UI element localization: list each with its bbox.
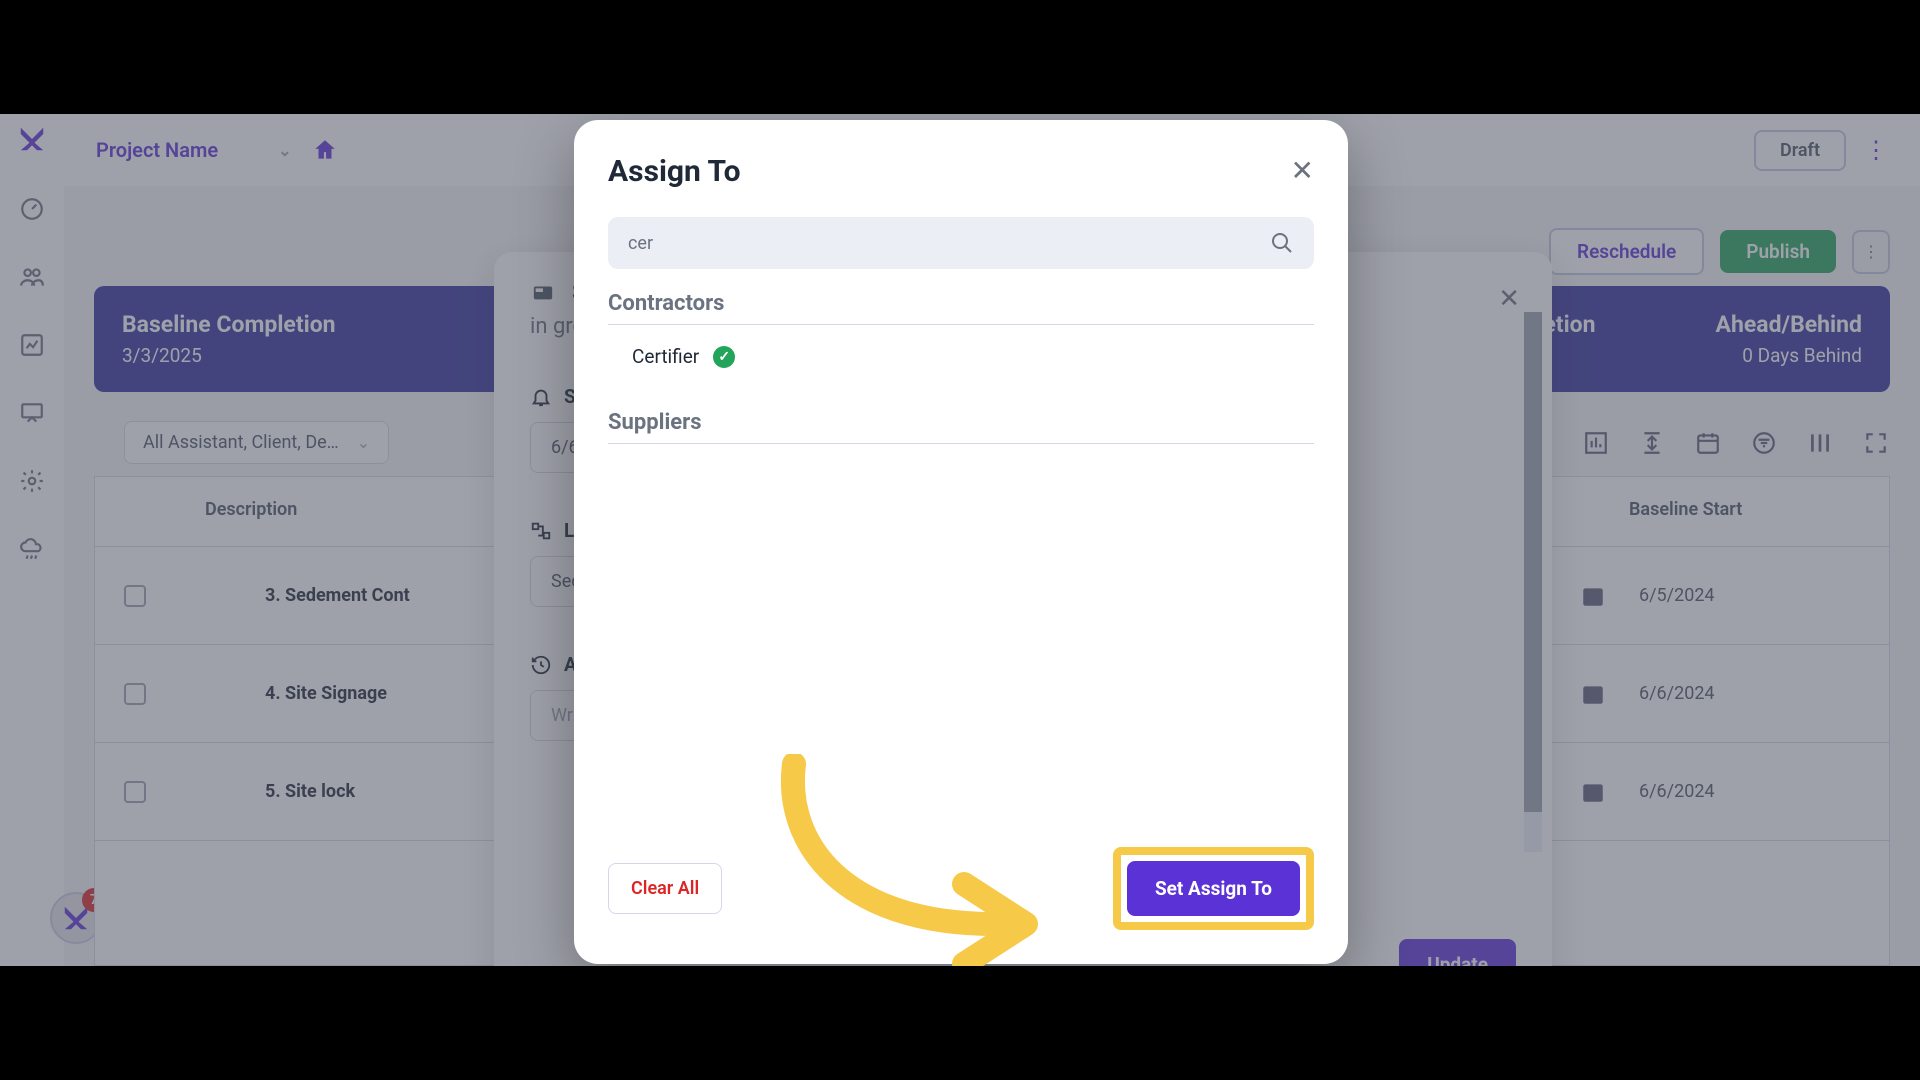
assign-result-certifier[interactable]: Certifier ✓ [608, 325, 1314, 388]
result-name: Certifier [632, 345, 699, 368]
set-assign-to-button[interactable]: Set Assign To [1127, 861, 1300, 916]
app-viewport: 7 Project Name ⌄ Draft ⋮ Reschedule Publ… [0, 114, 1920, 966]
check-icon: ✓ [713, 346, 735, 368]
search-input[interactable] [628, 233, 1270, 254]
search-icon [1270, 231, 1294, 255]
assign-to-modal: Assign To ✕ Contractors Certifier ✓ Supp… [574, 120, 1348, 964]
modal-title: Assign To [608, 154, 1314, 189]
search-box[interactable] [608, 217, 1314, 269]
suppliers-label: Suppliers [608, 410, 1314, 444]
clear-all-button[interactable]: Clear All [608, 863, 722, 914]
set-assign-highlight: Set Assign To [1113, 847, 1314, 930]
modal-close-icon[interactable]: ✕ [1291, 154, 1314, 187]
contractors-label: Contractors [608, 291, 1314, 325]
